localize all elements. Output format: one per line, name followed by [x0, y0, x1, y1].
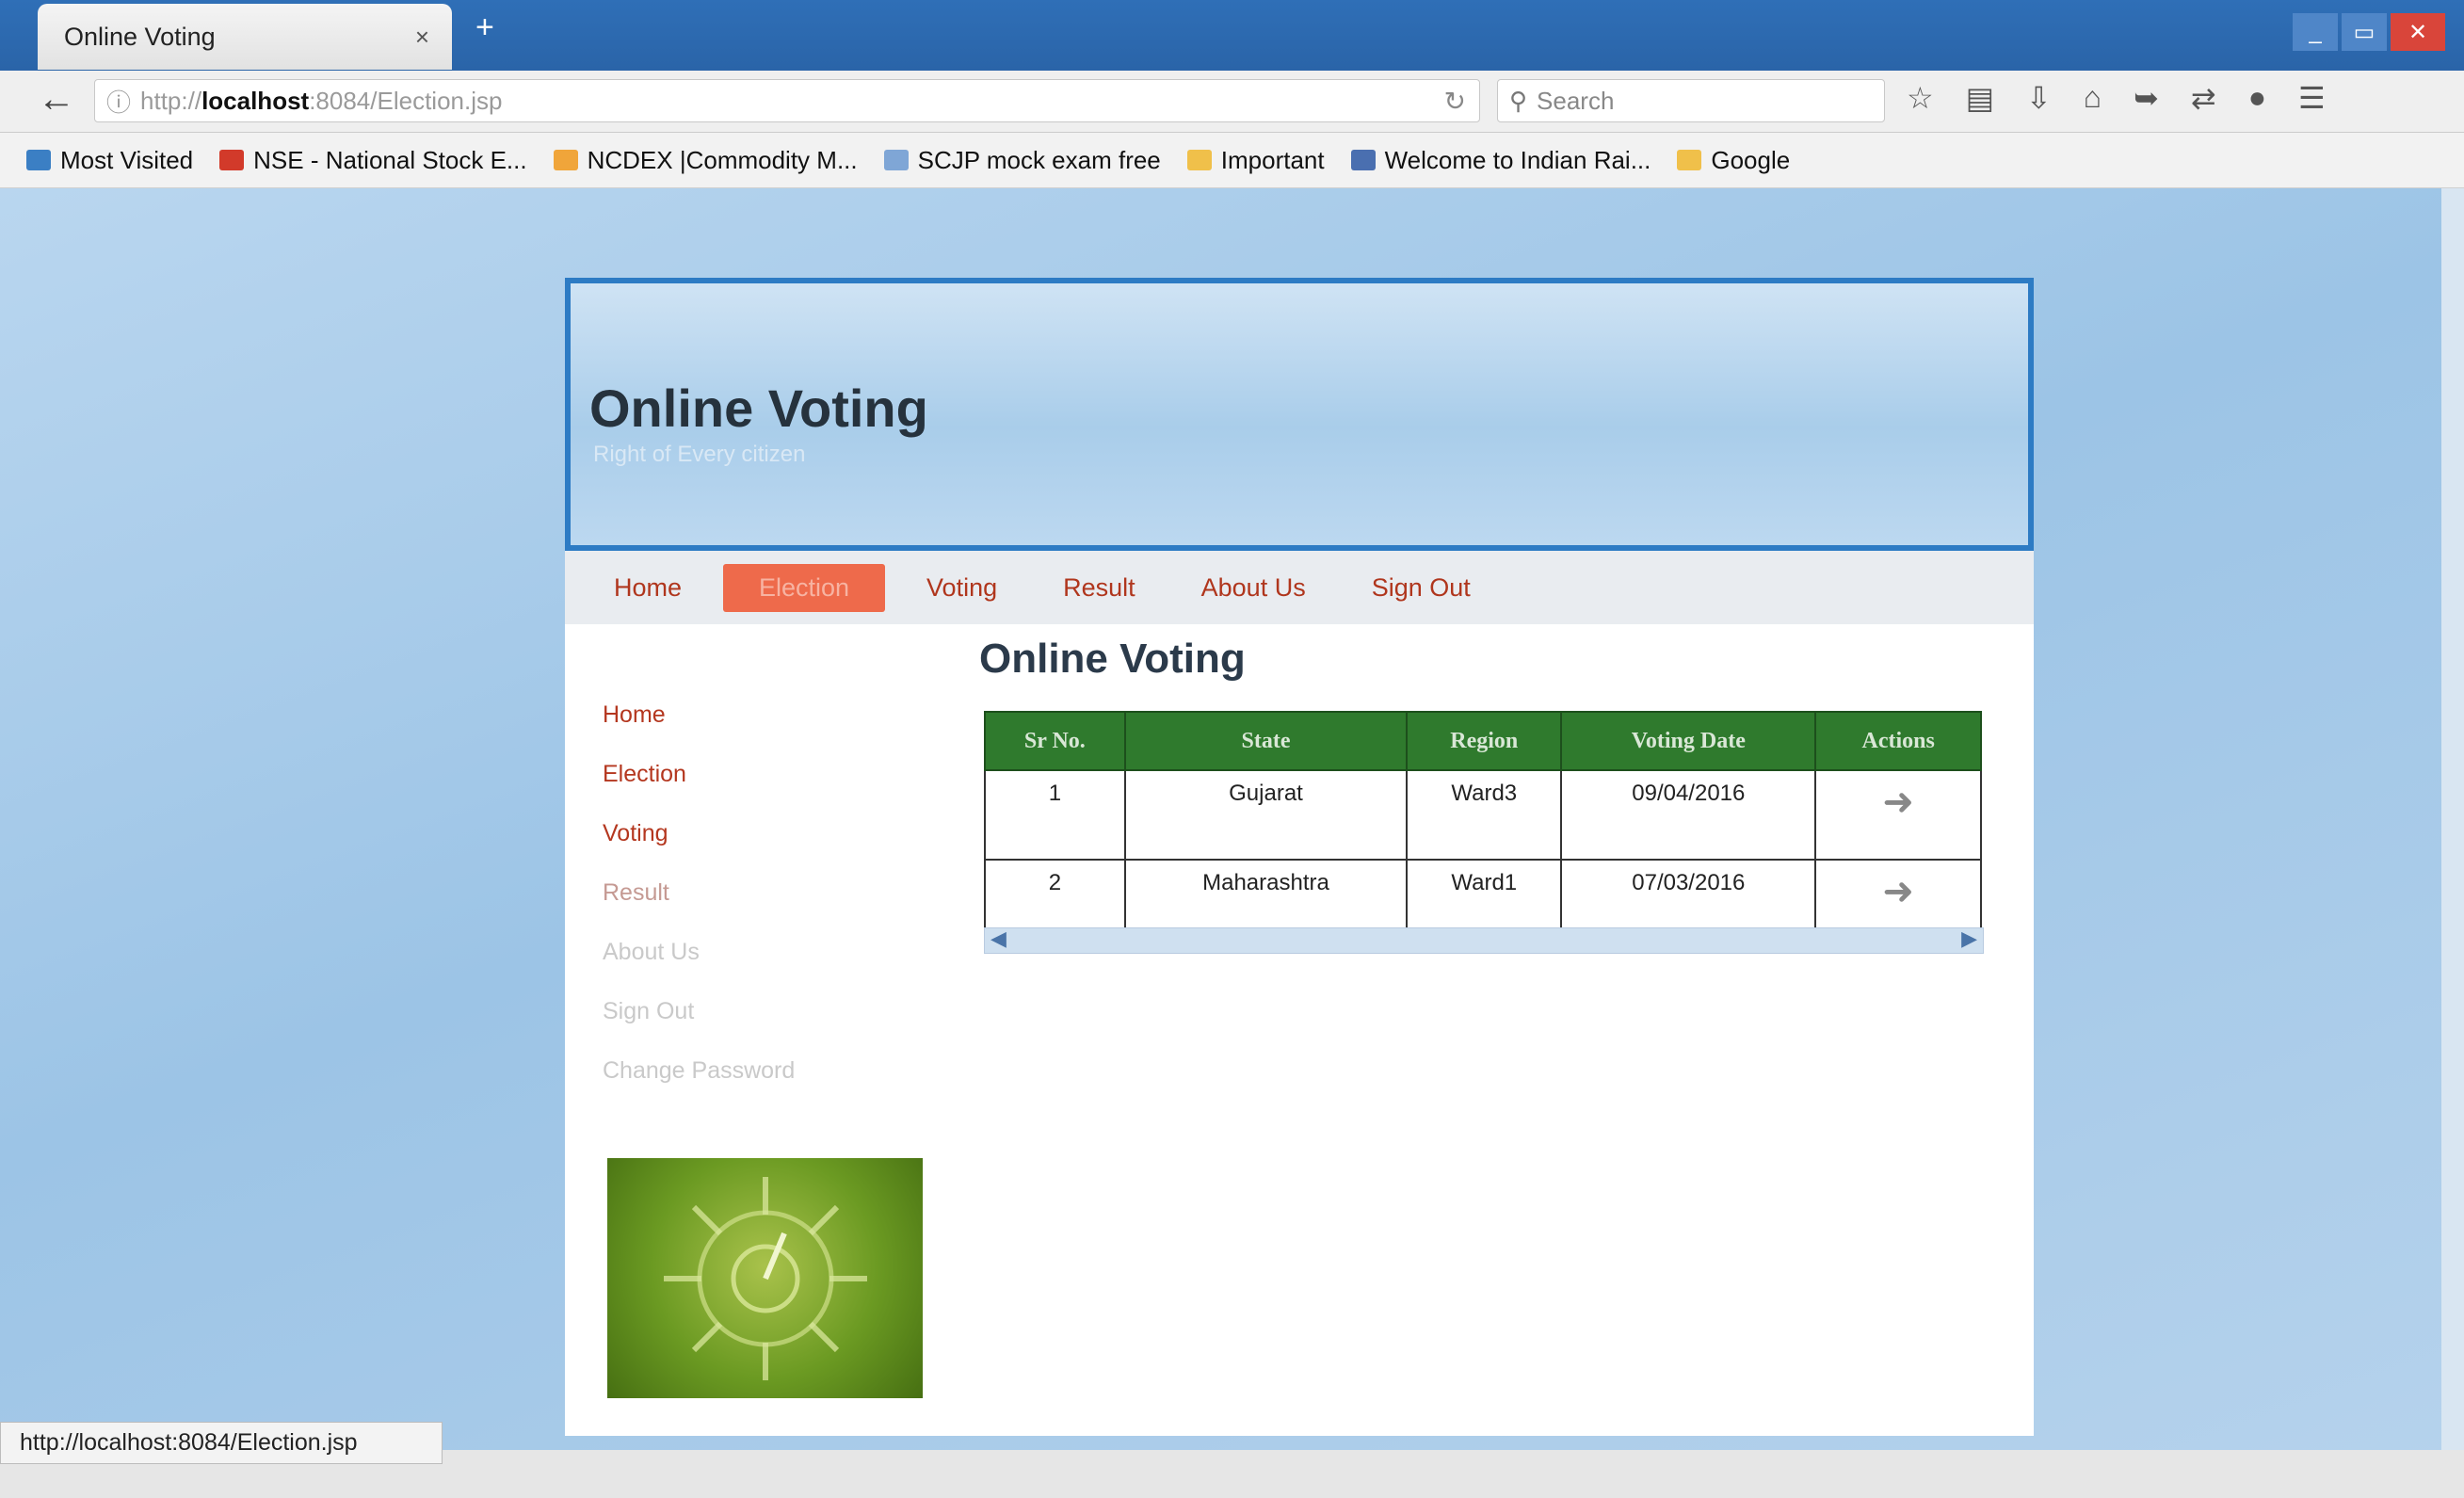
bookmark-star-icon[interactable]: ☆	[1907, 80, 1934, 116]
col-sr-no: Sr No.	[984, 711, 1126, 771]
back-arrow-icon[interactable]: ←	[38, 78, 75, 121]
menu-icon[interactable]: ☰	[2298, 80, 2326, 116]
content-heading: Online Voting	[979, 636, 1246, 682]
maximize-button[interactable]: ▭	[2342, 13, 2387, 51]
folder-icon	[26, 150, 51, 170]
bookmark-indian-rail[interactable]: Welcome to Indian Rai...	[1350, 145, 1651, 175]
ncdex-icon	[553, 150, 578, 170]
folder-icon	[1186, 150, 1212, 170]
menu-about-us[interactable]: About Us	[1177, 564, 1330, 612]
browser-titlebar: Online Voting × + _ ▭ ✕	[0, 0, 2464, 71]
top-menu: Home Election Voting Result About Us Sig…	[565, 551, 2034, 624]
bookmark-label: Important	[1220, 145, 1325, 174]
status-bar-url: http://localhost:8084/Election.jsp	[0, 1422, 443, 1464]
table-row: 1 Gujarat Ward3 09/04/2016 ➜	[984, 769, 1982, 861]
arrow-right-icon[interactable]: ➜	[1882, 781, 1914, 823]
emblem-icon	[664, 1177, 867, 1380]
info-icon[interactable]: ⓘ	[106, 84, 131, 119]
menu-result[interactable]: Result	[1039, 564, 1160, 612]
window-controls: _ ▭ ✕	[2293, 13, 2445, 51]
bookmark-most-visited[interactable]: Most Visited	[26, 146, 193, 175]
sidebar-item-sign-out[interactable]: Sign Out	[603, 998, 885, 1025]
bookmarks-bar: Most Visited NSE - National Stock E... N…	[0, 133, 2464, 188]
sidebar-item-election[interactable]: Election	[603, 761, 885, 788]
browser-tab[interactable]: Online Voting ×	[38, 4, 452, 70]
sidebar-item-change-password[interactable]: Change Password	[603, 1057, 885, 1085]
bookmark-scjp[interactable]: SCJP mock exam free	[883, 145, 1161, 175]
bookmark-label: Welcome to Indian Rai...	[1384, 145, 1651, 174]
sidebar-item-home[interactable]: Home	[603, 701, 885, 729]
menu-sign-out[interactable]: Sign Out	[1347, 564, 1495, 612]
site-subtitle: Right of Every citizen	[593, 442, 806, 467]
url-scheme: http://	[140, 86, 202, 115]
sidebar-item-voting[interactable]: Voting	[603, 820, 885, 847]
bookmark-nse[interactable]: NSE - National Stock E...	[219, 145, 527, 175]
menu-election[interactable]: Election	[723, 563, 886, 612]
bookmark-label: Most Visited	[60, 145, 194, 174]
new-tab-button[interactable]: +	[475, 9, 494, 46]
menu-voting[interactable]: Voting	[902, 564, 1022, 612]
nse-icon	[219, 150, 245, 170]
cell-actions: ➜	[1814, 769, 1982, 861]
col-actions: Actions	[1814, 711, 1982, 771]
toolbar-icons: ☆ ▤ ⇩ ⌂ ➥ ⇄ ● ☰	[1907, 80, 2326, 116]
home-icon[interactable]: ⌂	[2084, 80, 2102, 116]
minimize-button[interactable]: _	[2293, 13, 2338, 51]
elections-table: Sr No. State Region Voting Date Actions …	[984, 711, 1982, 950]
bookmark-label: NCDEX |Commodity M...	[587, 145, 858, 174]
table-header-row: Sr No. State Region Voting Date Actions	[984, 711, 1982, 771]
cell-sr: 1	[984, 769, 1126, 861]
site-page: Online Voting Right of Every citizen Hom…	[565, 278, 2034, 1436]
page-viewport: Online Voting Right of Every citizen Hom…	[0, 188, 2464, 1450]
sidebar-item-about-us[interactable]: About Us	[603, 939, 885, 966]
cell-date: 09/04/2016	[1560, 769, 1817, 861]
sidebar-item-result[interactable]: Result	[603, 879, 885, 907]
bookmark-label: Google	[1711, 145, 1791, 174]
url-host: localhost	[201, 86, 310, 115]
bookmark-label: SCJP mock exam free	[917, 145, 1161, 174]
bookmark-important[interactable]: Important	[1186, 145, 1325, 175]
cell-state: Gujarat	[1123, 769, 1409, 861]
bookmark-google[interactable]: Google	[1677, 146, 1790, 175]
search-placeholder: Search	[1537, 86, 1615, 115]
download-icon[interactable]: ⇩	[2026, 80, 2052, 116]
vertical-scrollbar[interactable]	[2441, 188, 2464, 1450]
col-region: Region	[1406, 711, 1563, 771]
extension-icon[interactable]: ●	[2248, 80, 2266, 116]
tab-close-icon[interactable]: ×	[415, 23, 429, 52]
horizontal-scrollbar[interactable]: ◀ ▶	[984, 926, 1984, 954]
sync-icon[interactable]: ⇄	[2191, 80, 2216, 116]
folder-icon	[1677, 150, 1702, 170]
scroll-left-icon[interactable]: ◀	[990, 926, 1007, 951]
arrow-right-icon[interactable]: ➜	[1882, 871, 1914, 912]
url-path: :8084/Election.jsp	[309, 86, 503, 115]
close-window-button[interactable]: ✕	[2391, 13, 2445, 51]
col-state: State	[1123, 711, 1409, 771]
browser-navbar: ← ⓘ http:// localhost :8084/Election.jsp…	[0, 71, 2464, 133]
scroll-right-icon[interactable]: ▶	[1961, 926, 1977, 951]
pocket-icon[interactable]: ➥	[2134, 80, 2159, 116]
site-title: Online Voting	[589, 379, 928, 438]
search-input[interactable]: ⚲ Search	[1497, 79, 1885, 122]
voting-emblem-image	[607, 1158, 923, 1398]
bookmark-label: NSE - National Stock E...	[253, 145, 527, 174]
reload-icon[interactable]: ↻	[1444, 86, 1466, 117]
tab-title: Online Voting	[64, 22, 216, 51]
page-icon	[883, 150, 909, 170]
bookmark-ncdex[interactable]: NCDEX |Commodity M...	[553, 145, 858, 175]
search-icon: ⚲	[1509, 86, 1528, 115]
library-icon[interactable]: ▤	[1966, 80, 1994, 116]
rail-icon	[1350, 150, 1376, 170]
col-voting-date: Voting Date	[1560, 711, 1817, 771]
menu-home[interactable]: Home	[589, 564, 706, 612]
site-banner: Online Voting Right of Every citizen	[565, 278, 2034, 551]
cell-region: Ward3	[1406, 769, 1563, 861]
sidebar-nav: Home Election Voting Result About Us Sig…	[603, 701, 885, 1117]
address-bar[interactable]: ⓘ http:// localhost :8084/Election.jsp ↻	[94, 79, 1480, 122]
